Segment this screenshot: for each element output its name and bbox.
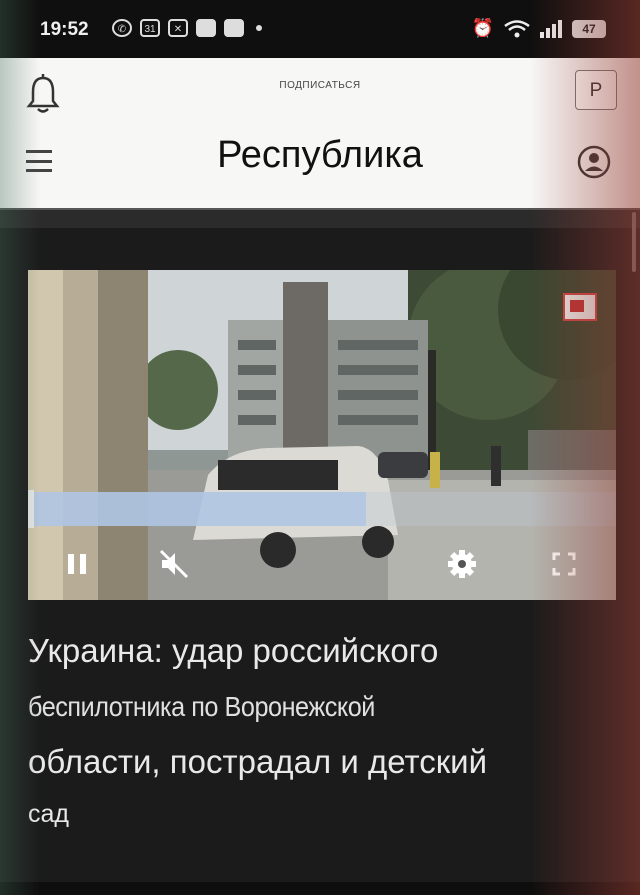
status-time: 19:52: [40, 19, 89, 40]
fullscreen-icon[interactable]: [548, 548, 580, 580]
header-divider: [0, 208, 640, 228]
wifi-icon: [504, 19, 530, 37]
headline-line: беспилотника по Воронежской: [28, 691, 375, 722]
scrollbar[interactable]: [632, 212, 636, 272]
more-notifications-icon: [256, 25, 262, 31]
alarm-icon: ⏰: [471, 18, 494, 38]
pause-icon[interactable]: [62, 548, 94, 580]
progress-handle[interactable]: [28, 490, 34, 528]
p-button[interactable]: P: [575, 70, 617, 110]
app-header: ПОДПИСАТЬСЯ P Республика: [0, 58, 640, 208]
progress-bar[interactable]: [34, 492, 366, 526]
battery-icon: 47: [572, 19, 606, 38]
headline-line: сад: [28, 800, 69, 828]
app-icon: ✕: [168, 19, 188, 37]
video-player[interactable]: [28, 270, 616, 600]
message-icon: [224, 19, 244, 37]
message-icon: [196, 19, 216, 37]
signal-icon: [540, 19, 562, 38]
video-frame: [28, 270, 616, 600]
bell-icon[interactable]: [22, 72, 64, 116]
account-icon[interactable]: [577, 145, 611, 179]
menu-icon[interactable]: [26, 150, 52, 172]
cast-icon[interactable]: [562, 292, 598, 322]
bottom-bar: [0, 882, 640, 895]
notification-icons: ✆ 31 ✕: [112, 19, 262, 37]
site-title[interactable]: Республика: [150, 134, 490, 177]
article-headline[interactable]: Украина: удар российского беспилотника п…: [28, 626, 618, 836]
subscribe-link[interactable]: ПОДПИСАТЬСЯ: [230, 80, 410, 91]
calendar-icon: 31: [140, 19, 160, 37]
status-bar: 19:52 ✆ 31 ✕ ⏰ 47: [0, 0, 640, 58]
headline-line: Украина: удар российского: [28, 632, 439, 669]
whatsapp-icon: ✆: [112, 19, 132, 37]
mute-icon[interactable]: [158, 548, 190, 580]
settings-icon[interactable]: [446, 548, 478, 580]
headline-line: области, пострадал и детский: [28, 743, 488, 780]
